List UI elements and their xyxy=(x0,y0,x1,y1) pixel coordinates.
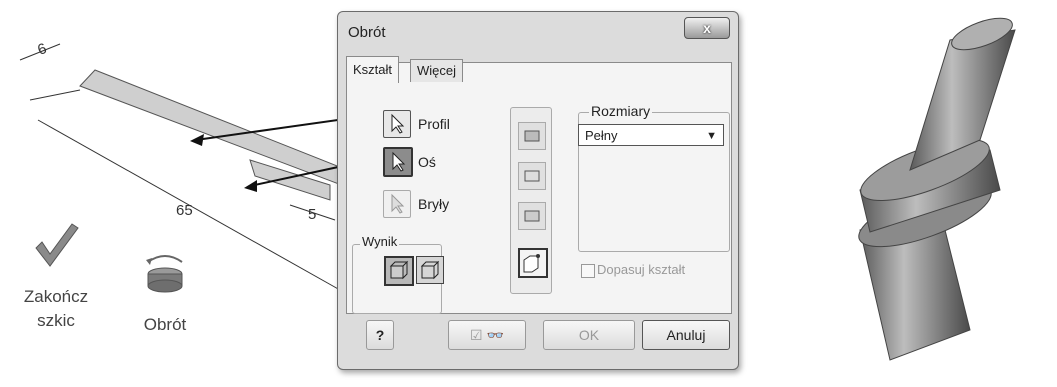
size-group-label: Rozmiary xyxy=(589,103,653,119)
cursor-arrow-icon xyxy=(391,113,405,134)
new-solid-icon xyxy=(523,254,540,273)
side-options-column xyxy=(510,107,552,294)
sketch-area: 6 65 5 Zakończ szkic Obrót xyxy=(0,0,360,382)
solids-label: Bryły xyxy=(418,196,450,212)
preview-button[interactable]: ☑ 👓 xyxy=(448,320,526,350)
revolve-tool[interactable]: Obrót xyxy=(130,250,200,350)
dimension-5: 5 xyxy=(308,206,317,223)
cursor-arrow-icon xyxy=(392,151,406,172)
solids-select-button[interactable] xyxy=(383,190,411,218)
join-icon xyxy=(524,130,540,142)
cursor-arrow-icon xyxy=(391,193,405,214)
cancel-button[interactable]: Anuluj xyxy=(642,320,730,350)
tab-bar: Kształt Więcej xyxy=(346,56,730,84)
glasses-icon: 👓 xyxy=(486,327,504,343)
revolve-icon xyxy=(146,255,183,293)
new-solid-button[interactable] xyxy=(518,248,548,278)
cut-icon xyxy=(524,170,540,182)
surface-cube-icon xyxy=(420,260,440,280)
ok-button[interactable]: OK xyxy=(543,320,635,350)
finish-label-line1: Zakończ xyxy=(23,287,89,306)
axis-label: Oś xyxy=(418,154,436,170)
profile-label: Profil xyxy=(418,116,450,132)
chevron-down-icon: ▼ xyxy=(706,130,717,142)
revolved-part-render xyxy=(820,0,1057,382)
match-shape-label: Dopasuj kształt xyxy=(597,262,686,277)
join-button[interactable] xyxy=(518,122,546,150)
intersect-button[interactable] xyxy=(518,202,546,230)
extent-dropdown[interactable]: Pełny ▼ xyxy=(578,124,724,146)
finish-label-line2: szkic xyxy=(37,311,75,330)
close-button[interactable]: x xyxy=(684,17,730,39)
revolve-label: Obrót xyxy=(143,315,187,334)
output-surface-button[interactable] xyxy=(416,256,444,284)
dialog-title: Obrót xyxy=(348,24,386,41)
solid-cube-icon xyxy=(389,260,409,280)
preview-check: ☑ xyxy=(470,327,483,343)
axis-select-button[interactable] xyxy=(383,147,413,177)
match-shape-checkbox[interactable] xyxy=(581,264,595,278)
output-solid-button[interactable] xyxy=(384,256,414,286)
intersect-icon xyxy=(524,210,540,222)
3d-part-image xyxy=(858,17,1016,361)
cut-button[interactable] xyxy=(518,162,546,190)
extent-value: Pełny xyxy=(585,128,618,143)
dimension-65: 65 xyxy=(176,202,193,219)
help-button[interactable]: ? xyxy=(366,320,394,350)
output-group-label: Wynik xyxy=(360,234,400,249)
tab-more[interactable]: Więcej xyxy=(410,59,464,82)
checkmark-icon xyxy=(35,223,79,267)
revolve-dialog: Obrót x Kształt Więcej Profil Oś Bryły W… xyxy=(337,11,739,370)
finish-sketch-tool[interactable]: Zakończ szkic xyxy=(16,222,96,342)
tab-shape[interactable]: Kształt xyxy=(346,56,400,83)
profile-select-button[interactable] xyxy=(383,110,411,138)
